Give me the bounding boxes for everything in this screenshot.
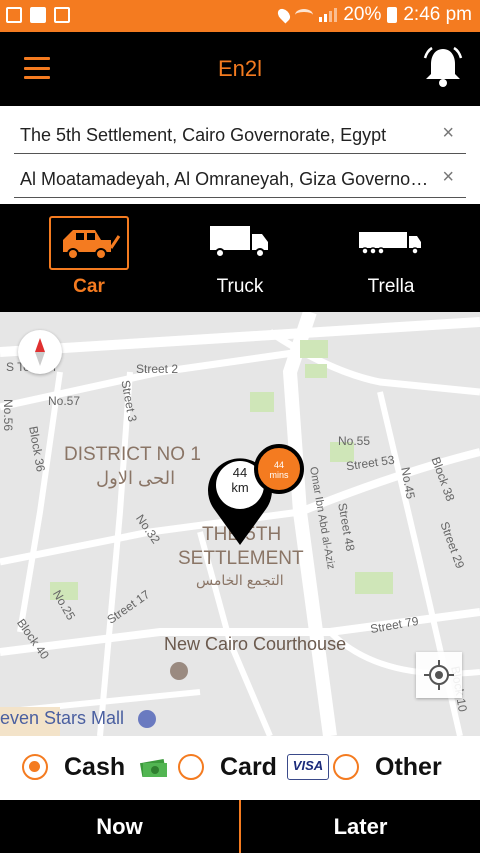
clear-dropoff-button[interactable]: × [442, 166, 454, 189]
truck-icon [210, 226, 268, 258]
dropoff-field[interactable]: Al Moatamadeyah, Al Omraneyah, Giza Gove… [14, 158, 466, 198]
signal-icon [319, 8, 338, 22]
crosshair-icon [424, 660, 454, 690]
gallery-notification-icon [6, 7, 22, 23]
vehicle-option-trella-frame [351, 216, 431, 270]
pickup-field[interactable]: The 5th Settlement, Cairo Governorate, E… [14, 114, 466, 154]
my-location-button[interactable] [416, 652, 462, 698]
map-label-no56: No.56 [1, 398, 16, 432]
payment-option-other[interactable]: Other [333, 750, 442, 784]
map-label-settlement-2: SETTLEMENT [178, 548, 304, 569]
vehicle-label-trella: Trella [367, 276, 415, 297]
battery-percent: 20% [343, 4, 382, 25]
marker-distance-unit: km [231, 480, 249, 495]
payment-label-card: Card [220, 752, 277, 781]
notification-icons [6, 7, 70, 23]
map-label-district-ar: الحى الاول [96, 468, 176, 488]
payment-option-card[interactable]: Card VISA [178, 750, 329, 784]
cash-icon [140, 759, 168, 777]
clear-pickup-button[interactable]: × [442, 122, 454, 145]
app-title: En2l [217, 56, 263, 81]
payment-options: Cash Card VISA Other [0, 736, 480, 800]
tow-car-icon [63, 230, 121, 260]
status-bar: 20% 2:46 pm [0, 0, 480, 32]
bottom-action-bar: Now Later [0, 800, 480, 853]
map-label-no55: No.55 [338, 434, 371, 448]
vehicle-label-car: Car [73, 276, 105, 297]
vehicle-option-car[interactable]: Car [29, 216, 149, 306]
payment-label-cash: Cash [64, 752, 126, 781]
app-bar: En2l [0, 32, 480, 106]
time-badge-unit: mins [269, 470, 289, 480]
address-panel: The 5th Settlement, Cairo Governorate, E… [0, 106, 480, 204]
pickup-address[interactable]: The 5th Settlement, Cairo Governorate, E… [20, 125, 430, 146]
vehicle-option-truck[interactable]: Truck [180, 216, 300, 306]
vehicle-selector: Car Truck Trella [0, 204, 480, 312]
youtube-notification-icon [30, 7, 46, 23]
vehicle-label-truck: Truck [216, 276, 264, 297]
now-button[interactable]: Now [0, 800, 239, 853]
payment-option-cash[interactable]: Cash [22, 750, 169, 784]
other-radio[interactable] [333, 754, 359, 780]
vehicle-option-car-frame [49, 216, 129, 270]
map-view[interactable]: S Tesean Street 2 Street 3 No.57 No.56 B… [0, 312, 480, 736]
location-icon [275, 6, 293, 24]
courthouse-pin-icon [170, 662, 188, 680]
trailer-icon [359, 232, 421, 255]
visa-icon: VISA [286, 754, 329, 780]
file-notification-icon [54, 7, 70, 23]
card-radio[interactable] [178, 754, 204, 780]
later-button[interactable]: Later [241, 800, 480, 853]
vehicle-option-truck-frame [200, 216, 280, 270]
payment-label-other: Other [375, 752, 442, 781]
time-badge: 44 mins [254, 444, 304, 494]
clock: 2:46 pm [403, 4, 472, 25]
compass-icon [35, 338, 45, 366]
map-label-courthouse: New Cairo Courthouse [164, 634, 347, 654]
compass-button[interactable] [18, 330, 62, 374]
time-badge-value: 44 [273, 460, 284, 470]
mall-pin-icon [138, 710, 156, 728]
map-label-settlement-ar: التجمع الخامس [196, 572, 284, 588]
cash-radio[interactable] [22, 754, 48, 780]
map-label-mall: even Stars Mall [0, 708, 125, 728]
battery-icon [387, 7, 398, 23]
dropoff-address[interactable]: Al Moatamadeyah, Al Omraneyah, Giza Gove… [20, 169, 430, 190]
map-label-no57: No.57 [48, 394, 81, 408]
notification-bell-icon[interactable] [420, 44, 466, 90]
map-label-street2: Street 2 [136, 362, 179, 376]
wifi-icon [295, 9, 314, 21]
vehicle-option-trella[interactable]: Trella [331, 216, 451, 306]
map-label-district: DISTRICT NO 1 [64, 444, 201, 465]
